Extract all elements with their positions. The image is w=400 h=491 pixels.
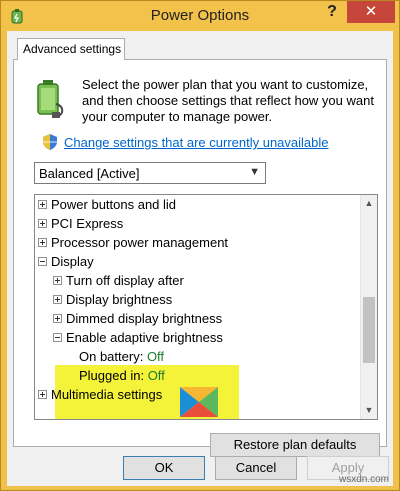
power-plan-select[interactable]: Balanced [Active] ▼ bbox=[34, 162, 266, 184]
watermark-text: wsxdn.com bbox=[338, 474, 389, 485]
close-button[interactable]: ✕ bbox=[347, 1, 395, 23]
title-bar[interactable]: Power Options ? ✕ bbox=[1, 1, 399, 31]
expand-plus-icon[interactable] bbox=[53, 314, 62, 324]
expand-plus-icon[interactable] bbox=[53, 295, 62, 305]
scroll-thumb[interactable] bbox=[363, 297, 375, 363]
expand-plus-icon[interactable] bbox=[38, 238, 47, 248]
power-options-window: Power Options ? ✕ Advanced settings Sele… bbox=[0, 0, 400, 491]
scroll-down-icon[interactable]: ▼ bbox=[361, 402, 377, 419]
uac-shield-icon bbox=[43, 134, 57, 150]
expand-plus-icon[interactable] bbox=[38, 200, 47, 210]
tab-advanced-settings[interactable]: Advanced settings bbox=[17, 38, 125, 60]
ok-button[interactable]: OK bbox=[123, 456, 205, 480]
power-plan-select-value: Balanced [Active] bbox=[39, 166, 140, 181]
plan-description: Select the power plan that you want to c… bbox=[82, 77, 374, 124]
restore-plan-defaults-button[interactable]: Restore plan defaults bbox=[210, 433, 380, 457]
on-battery-value[interactable]: Off bbox=[147, 349, 164, 364]
tree-item-dimmed-brightness[interactable]: Dimmed display brightness bbox=[53, 309, 222, 328]
settings-panel: Select the power plan that you want to c… bbox=[13, 59, 387, 457]
tree-item-display[interactable]: Display bbox=[38, 252, 94, 271]
expand-plus-icon[interactable] bbox=[38, 219, 47, 229]
collapse-minus-icon[interactable] bbox=[38, 257, 47, 267]
settings-tree[interactable]: Power buttons and lid PCI Express Proces… bbox=[34, 194, 378, 420]
dialog-client-area: Advanced settings Select the power plan … bbox=[7, 31, 393, 486]
wsxdn-logo-icon bbox=[180, 387, 218, 417]
expand-plus-icon[interactable] bbox=[38, 390, 47, 400]
cancel-button[interactable]: Cancel bbox=[215, 456, 297, 480]
tree-scrollbar[interactable]: ▲ ▼ bbox=[360, 195, 377, 419]
help-button[interactable]: ? bbox=[319, 2, 345, 24]
tree-item-processor-power[interactable]: Processor power management bbox=[38, 233, 228, 252]
setting-plugged-in[interactable]: Plugged in: Off bbox=[79, 366, 165, 385]
tree-item-turn-off-display[interactable]: Turn off display after bbox=[53, 271, 184, 290]
tree-item-pci-express[interactable]: PCI Express bbox=[38, 214, 123, 233]
change-settings-link[interactable]: Change settings that are currently unava… bbox=[64, 135, 329, 150]
tree-item-adaptive-brightness[interactable]: Enable adaptive brightness bbox=[53, 328, 223, 347]
expand-plus-icon[interactable] bbox=[53, 276, 62, 286]
chevron-down-icon: ▼ bbox=[249, 166, 260, 178]
battery-plug-icon bbox=[37, 80, 64, 118]
plugged-in-value[interactable]: Off bbox=[148, 368, 165, 383]
setting-on-battery[interactable]: On battery: Off bbox=[79, 347, 164, 366]
tree-item-display-brightness[interactable]: Display brightness bbox=[53, 290, 172, 309]
tree-item-multimedia[interactable]: Multimedia settings bbox=[38, 385, 162, 404]
scroll-up-icon[interactable]: ▲ bbox=[361, 195, 377, 212]
collapse-minus-icon[interactable] bbox=[53, 333, 62, 343]
tree-item-power-buttons[interactable]: Power buttons and lid bbox=[38, 195, 176, 214]
